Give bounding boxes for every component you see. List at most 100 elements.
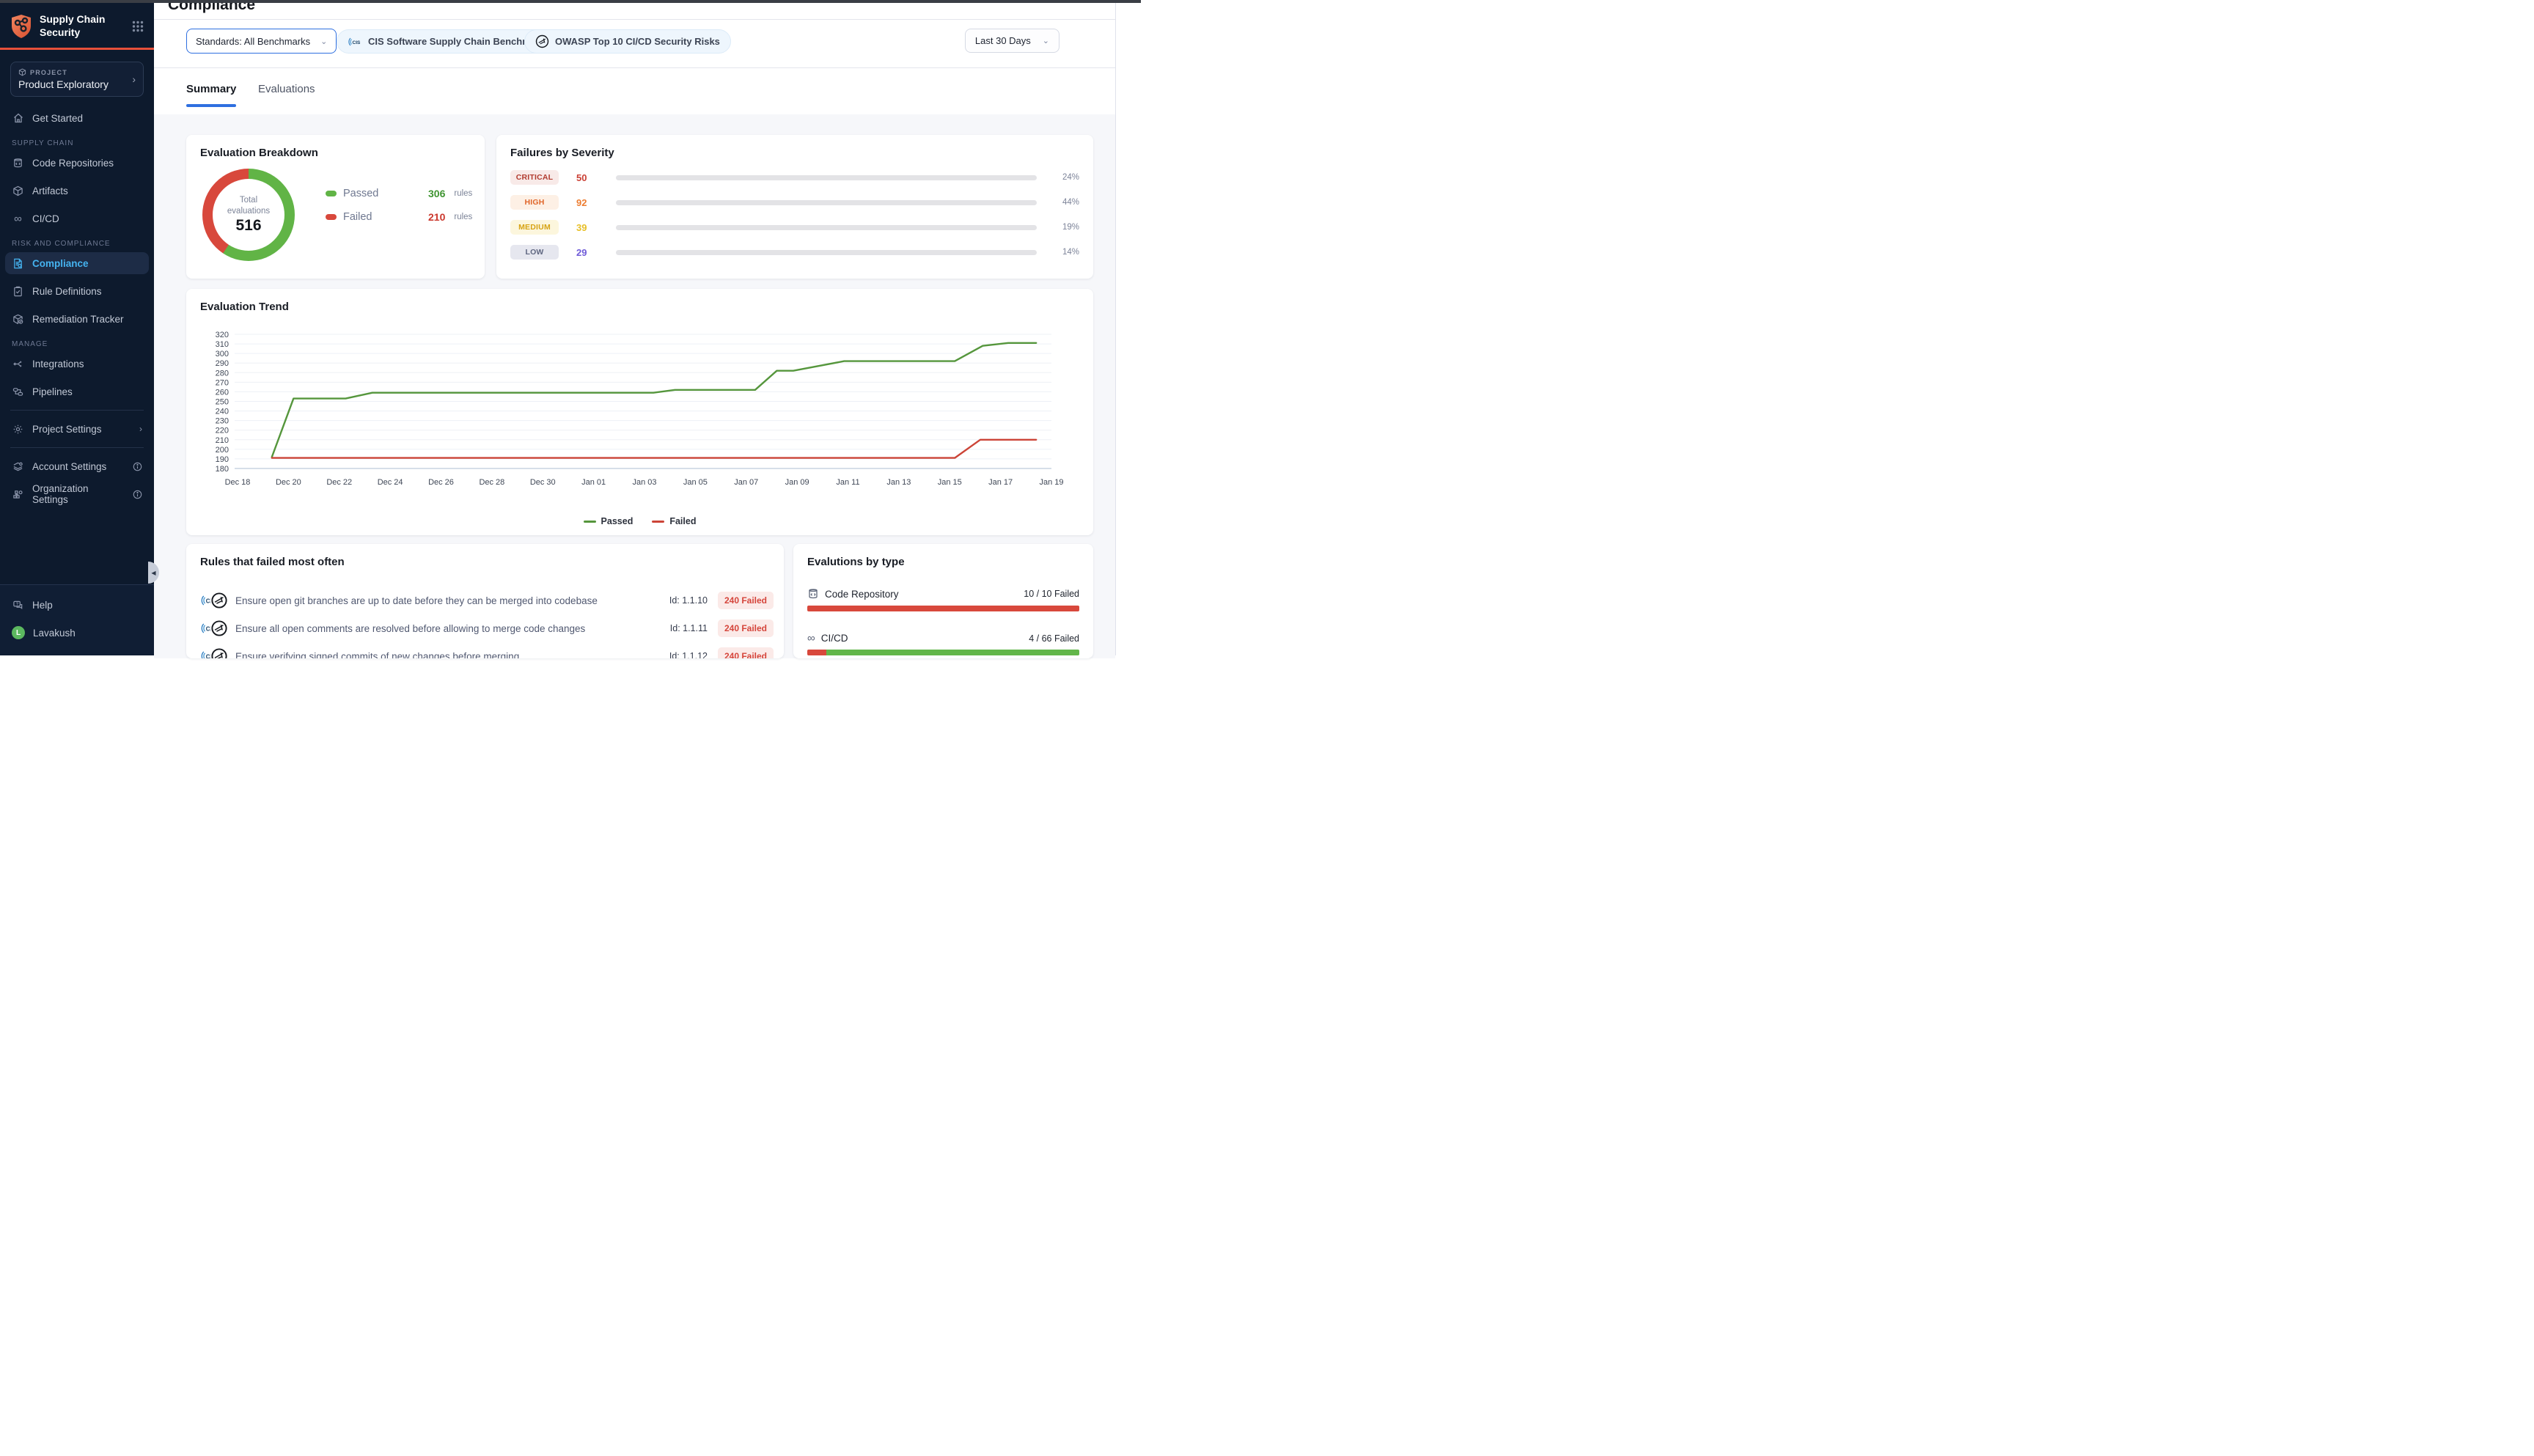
svg-text:Jan 17: Jan 17 bbox=[988, 478, 1013, 487]
severity-count: 50 bbox=[576, 172, 601, 183]
tab-summary[interactable]: Summary bbox=[186, 83, 236, 95]
type-bar-cicd bbox=[807, 650, 1079, 655]
infinity-icon: ∞ bbox=[807, 632, 815, 644]
rule-id: Id: 1.1.11 bbox=[670, 623, 708, 633]
severity-percent: 44% bbox=[1062, 198, 1079, 207]
rule-row[interactable]: CIS Ensure open git branches are up to d… bbox=[200, 589, 774, 611]
severity-count: 92 bbox=[576, 197, 601, 208]
svg-text:260: 260 bbox=[216, 388, 229, 397]
svg-text:Jan 11: Jan 11 bbox=[836, 478, 859, 487]
severity-bar bbox=[616, 200, 1037, 205]
module-grid-icon[interactable] bbox=[132, 21, 144, 32]
svg-text:Jan 19: Jan 19 bbox=[1039, 478, 1063, 487]
svg-text:Jan 05: Jan 05 bbox=[683, 478, 708, 487]
sidebar-item-compliance[interactable]: Compliance bbox=[5, 252, 149, 274]
svg-text:Dec 26: Dec 26 bbox=[428, 478, 454, 487]
tabs: Summary Evaluations bbox=[154, 68, 1115, 114]
sidebar-item-code-repositories[interactable]: Code Repositories bbox=[0, 152, 154, 174]
severity-badge: HIGH bbox=[510, 195, 559, 210]
sidebar-item-account-settings[interactable]: Account Settings bbox=[0, 455, 154, 477]
active-tab-indicator bbox=[186, 104, 236, 107]
avatar: L bbox=[12, 626, 25, 639]
severity-row-low: LOW 29 14% bbox=[510, 244, 1079, 260]
donut-center-label: Total evaluations bbox=[227, 195, 270, 217]
sidebar-item-organization-settings[interactable]: Organization Settings bbox=[0, 483, 154, 505]
project-selector[interactable]: PROJECT Product Exploratory › bbox=[10, 62, 144, 97]
benchmark-chip-owasp[interactable]: OWASP Top 10 CI/CD Security Risks bbox=[524, 29, 731, 54]
info-icon[interactable] bbox=[133, 490, 142, 499]
pipelines-icon bbox=[12, 386, 24, 397]
svg-text:320: 320 bbox=[216, 331, 229, 339]
sidebar-item-cicd[interactable]: ∞ CI/CD bbox=[0, 207, 154, 229]
sidebar-item-rule-definitions[interactable]: Rule Definitions bbox=[0, 280, 154, 302]
evaluation-breakdown-card: Evaluation Breakdown Total evaluations 5… bbox=[186, 135, 485, 279]
rule-row[interactable]: CIS Ensure all open comments are resolve… bbox=[200, 617, 774, 639]
compliance-doc-icon bbox=[12, 258, 24, 269]
rule-failed-badge: 240 Failed bbox=[718, 619, 774, 637]
type-label: Code Repository bbox=[825, 589, 899, 600]
date-range-dropdown[interactable]: Last 30 Days ⌄ bbox=[965, 29, 1059, 53]
svg-text:240: 240 bbox=[216, 408, 229, 416]
severity-badge: CRITICAL bbox=[510, 170, 559, 185]
user-menu[interactable]: L Lavakush bbox=[0, 622, 154, 644]
user-name: Lavakush bbox=[33, 628, 76, 639]
info-icon[interactable] bbox=[133, 462, 142, 471]
passed-swatch bbox=[326, 191, 337, 196]
type-row-cicd: ∞ CI/CD 4 / 66 Failed bbox=[807, 632, 1079, 644]
sidebar-item-remediation-tracker[interactable]: Remediation Tracker bbox=[0, 308, 154, 330]
page-title: Compliance bbox=[168, 3, 255, 14]
standards-dropdown[interactable]: Standards: All Benchmarks ⌄ bbox=[186, 29, 337, 54]
chevron-down-icon: ⌄ bbox=[320, 37, 327, 46]
sidebar-nav: Get Started SUPPLY CHAIN Code Repositori… bbox=[0, 97, 154, 505]
svg-text:Dec 28: Dec 28 bbox=[479, 478, 504, 487]
svg-text:Jan 15: Jan 15 bbox=[938, 478, 962, 487]
card-title: Evalutions by type bbox=[807, 556, 905, 568]
svg-text:Dec 20: Dec 20 bbox=[276, 478, 301, 487]
cis-logo-icon: CIS bbox=[348, 34, 362, 49]
owasp-logo-icon bbox=[210, 647, 228, 658]
svg-text:Dec 24: Dec 24 bbox=[378, 478, 403, 487]
sidebar: Supply Chain Security PROJECT Product Ex… bbox=[0, 3, 154, 655]
rule-id: Id: 1.1.12 bbox=[669, 651, 708, 658]
svg-text:190: 190 bbox=[216, 455, 229, 464]
severity-percent: 14% bbox=[1062, 248, 1079, 257]
sidebar-item-get-started[interactable]: Get Started bbox=[0, 107, 154, 129]
chevron-down-icon: ⌄ bbox=[1043, 36, 1049, 45]
sidebar-divider bbox=[10, 410, 144, 411]
svg-text:290: 290 bbox=[216, 359, 229, 368]
owasp-logo-icon bbox=[535, 34, 549, 48]
filter-bar: Standards: All Benchmarks ⌄ CIS CIS Soft… bbox=[154, 20, 1115, 68]
type-bar-code-repository bbox=[807, 606, 1079, 611]
failures-by-severity-card: Failures by Severity CRITICAL 50 24% HIG… bbox=[496, 135, 1093, 279]
sidebar-item-project-settings[interactable]: Project Settings › bbox=[0, 418, 154, 440]
project-name: Product Exploratory bbox=[18, 78, 109, 90]
sidebar-footer: ? Help L Lavakush bbox=[0, 584, 154, 655]
card-title: Failures by Severity bbox=[510, 147, 614, 159]
severity-bar bbox=[616, 175, 1037, 180]
svg-text:220: 220 bbox=[216, 427, 229, 435]
sidebar-item-help[interactable]: ? Help bbox=[0, 594, 154, 616]
rule-row[interactable]: CIS Ensure verifying signed commits of n… bbox=[200, 645, 774, 658]
evaluations-by-type-card: Evalutions by type Code Repository 10 / … bbox=[793, 544, 1093, 658]
chevron-right-icon: › bbox=[132, 73, 136, 85]
svg-text:200: 200 bbox=[216, 446, 229, 455]
svg-text:Jan 03: Jan 03 bbox=[632, 478, 656, 487]
svg-text:Jan 09: Jan 09 bbox=[785, 478, 809, 487]
nav-section-manage: MANAGE bbox=[0, 340, 154, 348]
clipboard-check-icon bbox=[12, 286, 24, 297]
severity-percent: 24% bbox=[1062, 173, 1079, 182]
brand-accent-bar bbox=[0, 48, 154, 50]
summary-content: Evaluation Breakdown Total evaluations 5… bbox=[154, 114, 1115, 658]
tab-evaluations[interactable]: Evaluations bbox=[258, 83, 315, 95]
card-title: Evaluation Breakdown bbox=[200, 147, 318, 159]
type-row-code-repository: Code Repository 10 / 10 Failed bbox=[807, 588, 1079, 600]
sidebar-item-artifacts[interactable]: Artifacts bbox=[0, 180, 154, 202]
trend-legend-passed: Passed bbox=[584, 516, 634, 526]
severity-percent: 19% bbox=[1062, 223, 1079, 232]
sidebar-item-integrations[interactable]: Integrations bbox=[0, 353, 154, 375]
sidebar-item-pipelines[interactable]: Pipelines bbox=[0, 380, 154, 402]
window-top-strip bbox=[0, 0, 1141, 3]
help-chat-icon: ? bbox=[12, 600, 24, 611]
rule-text: Ensure all open comments are resolved be… bbox=[235, 623, 585, 634]
rule-failed-badge: 240 Failed bbox=[718, 592, 774, 609]
